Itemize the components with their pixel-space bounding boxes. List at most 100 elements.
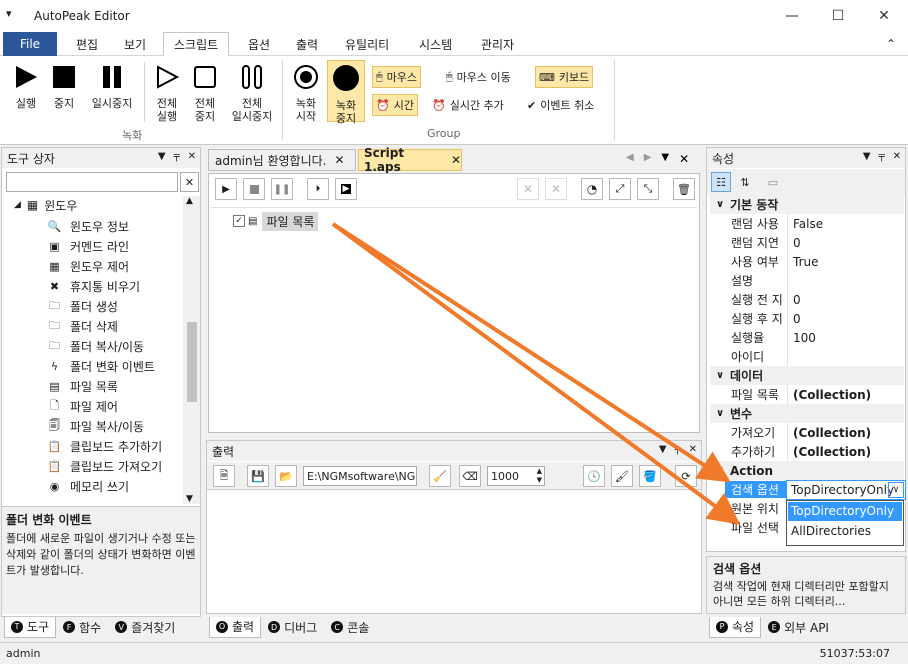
pause-button[interactable]: 일시중지 xyxy=(86,64,138,110)
stop-button[interactable]: 중지 xyxy=(46,64,82,110)
scroll-left-icon[interactable]: ◀ xyxy=(626,152,634,166)
new-file-button[interactable]: 🗎 xyxy=(213,465,235,487)
realtime-add-toggle[interactable]: ⏰ 실시간 추가 xyxy=(429,94,507,116)
property-row[interactable]: 사용 여부 True xyxy=(725,252,905,271)
menu-view[interactable]: 보기 xyxy=(114,32,156,56)
pause-all-button[interactable]: 전체 일시중지 xyxy=(226,64,278,123)
tab-debug[interactable]: D 디버그 xyxy=(261,617,324,638)
mouse-toggle[interactable]: 🖱 마우스 xyxy=(372,66,421,88)
stop-all-button[interactable]: 전체 중지 xyxy=(187,64,223,123)
menu-admin[interactable]: 관리자 xyxy=(471,32,524,56)
property-category[interactable]: ∨ 데이터 xyxy=(710,366,904,385)
toolbox-scrollbar[interactable]: ▲ ▼ xyxy=(183,196,200,504)
panel-close-icon[interactable]: ✕ xyxy=(689,444,697,455)
run-to-button[interactable]: ▶ xyxy=(335,178,357,200)
dropdown-icon[interactable]: ▼ xyxy=(659,444,667,455)
categorized-icon[interactable]: ☷ xyxy=(711,172,731,192)
editor-close-icon[interactable]: ✕ xyxy=(679,152,689,166)
property-row[interactable]: 랜덤 지연 0 xyxy=(725,233,905,252)
property-row[interactable]: 추가하기 (Collection) xyxy=(725,442,905,461)
menu-edit[interactable]: 편집 xyxy=(66,32,108,56)
disabled-button-1[interactable]: ✕ xyxy=(517,178,539,200)
property-row[interactable]: 설명 xyxy=(725,271,905,290)
toolbox-item[interactable]: 🗀 폴더 복사/이동 xyxy=(48,336,144,356)
toolbox-item[interactable]: 🗋 파일 제어 xyxy=(48,396,118,416)
script-run-button[interactable]: ▶ xyxy=(215,178,237,200)
pin-icon[interactable]: ╤ xyxy=(879,151,885,162)
menu-output[interactable]: 출력 xyxy=(286,32,328,56)
property-category[interactable]: ∨ 변수 xyxy=(710,404,904,423)
toolbox-item[interactable]: ▤ 파일 목록 xyxy=(48,376,118,396)
record-stop-button[interactable]: 녹화 중지 xyxy=(327,60,365,125)
editor-tab-welcome[interactable]: admin님 환영합니다. ✕ xyxy=(208,149,356,171)
delete-button[interactable]: 🗑 xyxy=(673,178,695,200)
property-row[interactable]: 실행율 100 xyxy=(725,328,905,347)
panel-close-icon[interactable]: ✕ xyxy=(893,151,901,162)
panel-close-icon[interactable]: ✕ xyxy=(188,151,196,162)
pin-icon[interactable]: ╤ xyxy=(675,444,681,455)
open-folder-button[interactable]: 📂 xyxy=(275,465,297,487)
toolbox-item[interactable]: 🗀 폴더 생성 xyxy=(48,296,118,316)
dropdown-icon[interactable]: ▼ xyxy=(863,151,871,162)
toolbox-item[interactable]: 📋 클립보드 가져오기 xyxy=(48,456,162,476)
system-menu-icon[interactable]: ▾ xyxy=(6,7,12,20)
property-category[interactable]: ∨ 기본 동작 xyxy=(710,195,904,214)
menu-script[interactable]: 스크립트 xyxy=(163,32,230,57)
tab-favorites[interactable]: V 즐겨찾기 xyxy=(108,617,182,638)
search-option-select[interactable]: TopDirectoryOnly ∨ xyxy=(786,480,906,500)
property-row[interactable]: 가져오기 (Collection) xyxy=(725,423,905,442)
tab-properties[interactable]: P 속성 xyxy=(709,616,762,638)
brush-button[interactable]: 🖌 xyxy=(611,465,633,487)
close-button[interactable]: ✕ xyxy=(861,2,907,30)
erase-button[interactable]: ⌫ xyxy=(459,465,481,487)
property-category[interactable]: ∨ Action xyxy=(710,461,904,480)
toolbox-item[interactable]: 🗀 폴더 삭제 xyxy=(48,316,118,336)
property-pages-icon[interactable]: ▭ xyxy=(763,172,783,192)
tab-list-icon[interactable]: ▼ xyxy=(661,152,669,166)
script-node-file-list[interactable]: ✓ ▤ 파일 목록 xyxy=(233,211,319,231)
property-row[interactable]: 실행 후 지0 xyxy=(725,309,905,328)
menu-options[interactable]: 옵션 xyxy=(238,32,280,56)
keyboard-toggle[interactable]: ⌨ 키보드 xyxy=(535,66,594,88)
maximize-button[interactable]: ☐ xyxy=(815,2,861,30)
toolbox-item[interactable]: 🔍 윈도우 정보 xyxy=(48,216,129,236)
toolbox-item[interactable]: ◉ 메모리 쓰기 xyxy=(48,476,129,496)
dropdown-option-all[interactable]: AllDirectories xyxy=(787,522,903,541)
tab-tools[interactable]: T 도구 xyxy=(4,616,57,638)
menu-utility[interactable]: 유틸리티 xyxy=(335,32,399,56)
save-button[interactable]: 💾 xyxy=(247,465,269,487)
script-pause-button[interactable]: ❚❚ xyxy=(271,178,293,200)
clear-search-button[interactable]: ✕ xyxy=(180,172,199,192)
toolbox-item[interactable]: ϟ 폴더 변화 이벤트 xyxy=(48,356,155,376)
event-cancel-toggle[interactable]: ✔ 이벤트 취소 xyxy=(524,94,597,116)
tab-output[interactable]: O 출력 xyxy=(209,616,262,638)
time-toggle[interactable]: ⏰ 시간 xyxy=(372,94,418,116)
clean-button[interactable]: 🧹 xyxy=(429,465,451,487)
line-count-stepper[interactable]: 1000 ▲ ▼ xyxy=(487,466,545,486)
disabled-button-2[interactable]: ✕ xyxy=(545,178,567,200)
tab-functions[interactable]: F 함수 xyxy=(56,617,108,638)
toolbox-item[interactable]: 🗐 파일 복사/이동 xyxy=(48,416,144,436)
property-row[interactable]: 랜덤 사용 False xyxy=(725,214,905,233)
step-button[interactable]: ⏵ xyxy=(307,178,329,200)
toolbox-item[interactable]: ▦ 윈도우 제어 xyxy=(48,256,129,276)
mouse-move-toggle[interactable]: 🖱 마우스 이동 xyxy=(443,66,514,88)
record-start-button[interactable]: 녹화 시작 xyxy=(287,64,325,123)
editor-tab-script[interactable]: Script 1.aps ✕ xyxy=(358,146,462,174)
expand-button[interactable]: ⤢ xyxy=(609,178,631,200)
property-row[interactable]: 실행 전 지0 xyxy=(725,290,905,309)
ribbon-collapse-icon[interactable]: ⌃ xyxy=(876,32,906,56)
dropdown-option-top[interactable]: TopDirectoryOnly xyxy=(788,502,902,521)
run-button[interactable]: 실행 xyxy=(8,64,44,110)
menu-file[interactable]: File xyxy=(3,32,57,56)
timestamp-button[interactable]: 🕓 xyxy=(583,465,605,487)
run-all-button[interactable]: 전체 실행 xyxy=(149,64,185,123)
minimize-button[interactable]: — xyxy=(769,2,815,30)
tab-external-api[interactable]: E 외부 API xyxy=(761,617,836,638)
property-row[interactable]: 파일 목록 (Collection) xyxy=(725,385,905,404)
refresh-button[interactable]: ◔ xyxy=(581,178,603,200)
toolbox-item[interactable]: 📋 클립보드 추가하기 xyxy=(48,436,162,456)
fill-button[interactable]: 🪣 xyxy=(639,465,661,487)
toolbox-item[interactable]: ✖ 휴지통 비우기 xyxy=(48,276,140,296)
collapse-button[interactable]: ⤡ xyxy=(637,178,659,200)
